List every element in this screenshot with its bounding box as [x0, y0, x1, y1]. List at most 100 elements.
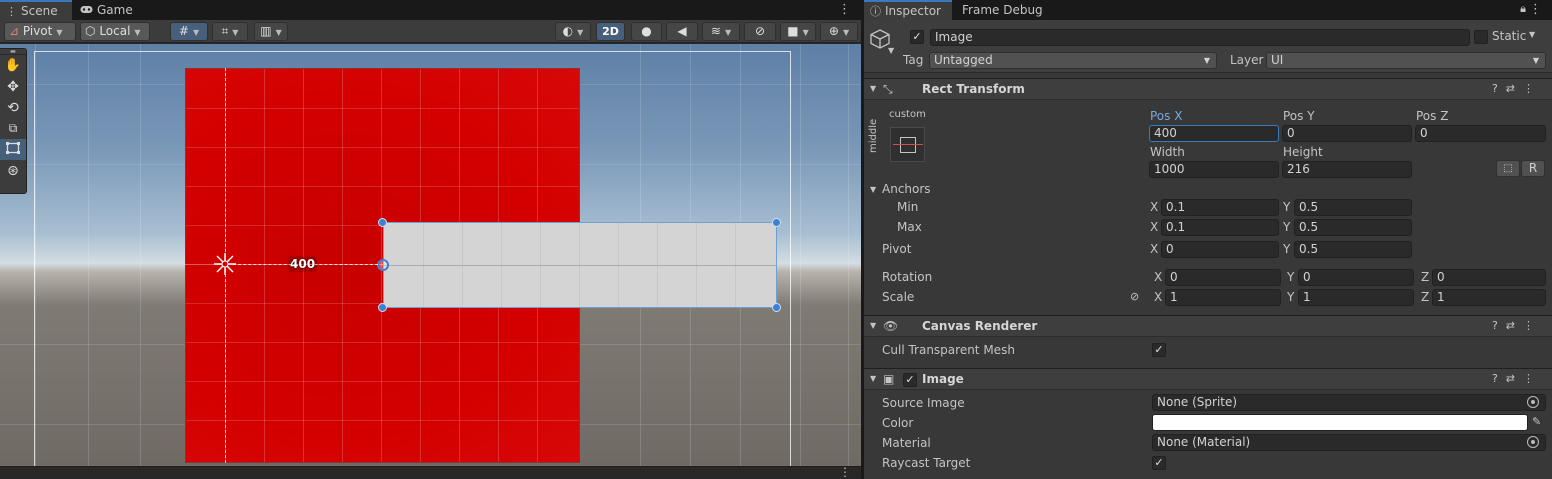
help-icon[interactable]: ? [1492, 372, 1506, 385]
pane-splitter[interactable] [861, 0, 864, 479]
anchor-presets-button[interactable] [890, 127, 925, 162]
tab-frame-debug[interactable]: Frame Debug [956, 0, 1051, 20]
selected-image-rect[interactable] [383, 222, 777, 308]
blueprint-mode-button[interactable]: ⬚ [1496, 160, 1520, 177]
pos-y-field[interactable]: 0 [1282, 125, 1412, 142]
width-field[interactable]: 1000 [1149, 161, 1279, 178]
help-icon[interactable]: ? [1492, 82, 1506, 95]
resize-handle-top-left[interactable] [378, 218, 387, 227]
local-dropdown[interactable]: ⬡ Local ▼ [80, 22, 150, 41]
object-picker-icon[interactable] [1527, 436, 1539, 448]
image-component-header[interactable]: ▼ ▣ ✓ Image ?⇄⋮ [864, 368, 1552, 390]
icon-dropdown-arrow[interactable]: ▼ [888, 46, 894, 55]
rect-tool-icon [6, 142, 20, 157]
grid-snapping-button[interactable]: # ▼ [170, 22, 208, 41]
mode-2d-button[interactable]: 2D [596, 22, 625, 41]
active-checkbox[interactable]: ✓ [910, 30, 924, 44]
scale-z-field[interactable]: 1 [1432, 289, 1546, 306]
blueprint-icon: ⬚ [1503, 163, 1513, 174]
increment-snapping-button[interactable]: ⌗ ▼ [212, 22, 248, 41]
pos-x-field[interactable]: 400 [1149, 125, 1279, 142]
cull-transparent-checkbox[interactable]: ✓ [1152, 343, 1166, 357]
scene-viewport[interactable]: 400 [0, 44, 861, 466]
anchors-fold-arrow[interactable]: ▼ [870, 185, 876, 194]
image-enabled-checkbox[interactable]: ✓ [903, 373, 917, 387]
layer-dropdown[interactable]: UI ▼ [1266, 52, 1546, 69]
info-icon: ⓘ [870, 5, 881, 18]
component-menu-icon[interactable]: ⋮ [1523, 372, 1542, 385]
hand-tool[interactable]: ✋ [0, 55, 26, 76]
axis-z-label: Z [1421, 290, 1430, 304]
color-swatch[interactable] [1152, 414, 1528, 431]
raw-edit-button[interactable]: R [1521, 160, 1545, 177]
rect-transform-icon: ⤡ [883, 82, 893, 96]
scale-x-field[interactable]: 1 [1165, 289, 1281, 306]
resize-handle-top-right[interactable] [772, 218, 781, 227]
inspector-menu-icon[interactable]: ⋮ [1529, 2, 1542, 17]
ruler-button[interactable]: ▥ ▼ [254, 22, 288, 41]
presets-icon[interactable]: ⇄ [1506, 82, 1523, 95]
static-checkbox[interactable] [1474, 30, 1488, 44]
presets-icon[interactable]: ⇄ [1506, 372, 1523, 385]
tag-dropdown[interactable]: Untagged ▼ [929, 52, 1217, 69]
name-field[interactable]: Image [930, 29, 1470, 46]
rotation-y-field[interactable]: 0 [1298, 269, 1414, 286]
rect-transform-header[interactable]: ▼ ⤡ Rect Transform ?⇄⋮ [864, 78, 1552, 100]
scene-visibility-toggle[interactable]: ⊘ [744, 22, 776, 41]
tab-scene[interactable]: ⋮ Scene [0, 0, 72, 20]
source-image-field[interactable]: None (Sprite) [1152, 394, 1546, 411]
lighting-toggle[interactable]: ● [631, 22, 662, 41]
transform-tool[interactable]: ⊛ [0, 160, 26, 181]
pivot-handle[interactable] [377, 259, 389, 271]
scale-tool[interactable]: ⧉ [0, 118, 26, 139]
pivot-dropdown[interactable]: ⊿ Pivot ▼ [4, 22, 76, 41]
pivot-x-field[interactable]: 0 [1161, 241, 1279, 258]
scale-y-field[interactable]: 1 [1298, 289, 1414, 306]
height-field[interactable]: 216 [1282, 161, 1412, 178]
camera-dropdown[interactable]: ■ ▼ [780, 22, 816, 41]
rotation-z-field[interactable]: 0 [1432, 269, 1546, 286]
pivot-y-field[interactable]: 0.5 [1294, 241, 1412, 258]
rotation-x-field[interactable]: 0 [1165, 269, 1281, 286]
rotate-tool[interactable]: ⟲ [0, 97, 26, 118]
bottom-pane-menu-icon[interactable]: ⋮ [839, 465, 851, 479]
material-label: Material [882, 436, 931, 450]
material-field[interactable]: None (Material) [1152, 434, 1546, 451]
tab-game[interactable]: Game [74, 0, 141, 20]
fold-arrow-icon[interactable]: ▼ [870, 84, 876, 93]
canvas-renderer-header[interactable]: ▼ 👁︎ Canvas Renderer ?⇄⋮ [864, 315, 1552, 337]
audio-toggle[interactable]: ◀ [666, 22, 698, 41]
height-label: Height [1283, 145, 1323, 159]
lock-icon[interactable]: 🔒︎ [1520, 2, 1526, 16]
pos-x-label: Pos X [1150, 109, 1183, 123]
raycast-target-checkbox[interactable]: ✓ [1152, 456, 1166, 470]
anchor-icon[interactable] [212, 251, 238, 277]
anchor-min-y-field[interactable]: 0.5 [1294, 199, 1412, 216]
fold-arrow-icon[interactable]: ▼ [870, 321, 876, 330]
resize-handle-bottom-right[interactable] [772, 303, 781, 312]
move-tool[interactable]: ✥ [0, 76, 26, 97]
anchor-max-y-field[interactable]: 0.5 [1294, 219, 1412, 236]
effects-dropdown[interactable]: ≋ ▼ [702, 22, 740, 41]
object-picker-icon[interactable] [1527, 396, 1539, 408]
help-icon[interactable]: ? [1492, 319, 1506, 332]
axis-y-label: Y [1283, 200, 1291, 214]
anchor-min-x-field[interactable]: 0.1 [1161, 199, 1279, 216]
gizmos-dropdown[interactable]: ⊕ ▼ [820, 22, 858, 41]
tab-inspector[interactable]: ⓘ Inspector [864, 0, 952, 20]
image-component-body: Source Image None (Sprite) Color ✎ Mater… [864, 391, 1552, 479]
anchor-max-x-field[interactable]: 0.1 [1161, 219, 1279, 236]
resize-handle-bottom-left[interactable] [378, 303, 387, 312]
rect-tool[interactable] [0, 139, 26, 160]
anchors-label[interactable]: Anchors [882, 182, 931, 196]
fold-arrow-icon[interactable]: ▼ [870, 374, 876, 383]
shading-mode-button[interactable]: ◐ ▼ [555, 22, 591, 41]
component-menu-icon[interactable]: ⋮ [1523, 319, 1542, 332]
presets-icon[interactable]: ⇄ [1506, 319, 1523, 332]
pos-z-field[interactable]: 0 [1415, 125, 1546, 142]
eyedropper-icon[interactable]: ✎ [1532, 415, 1541, 428]
component-menu-icon[interactable]: ⋮ [1523, 82, 1542, 95]
constrain-proportions-icon[interactable]: ⊘ [1130, 290, 1139, 303]
static-dropdown-arrow[interactable]: ▼ [1529, 30, 1535, 39]
scene-pane-menu-icon[interactable]: ⋮ [838, 2, 851, 17]
